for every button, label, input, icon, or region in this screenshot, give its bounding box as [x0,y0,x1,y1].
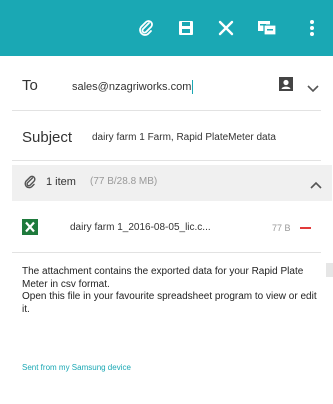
attach-icon[interactable] [132,14,160,42]
recipient-field[interactable]: sales@nzagriworks.com [72,80,194,94]
to-label: To [22,77,38,94]
attachment-file-size: 77 B [272,223,291,233]
subject-field[interactable]: dairy farm 1 Farm, Rapid PlateMeter data [92,132,276,143]
signature: Sent from my Samsung device [22,363,131,372]
attachment-count: 1 item [46,176,76,188]
subject-label: Subject [22,129,73,146]
chevron-down-icon[interactable] [306,80,320,98]
attachment-divider [12,252,321,253]
translate-icon[interactable] [253,14,281,42]
recipient-value: sales@nzagriworks.com [72,80,192,93]
excel-file-icon [22,219,38,240]
discard-icon[interactable] [212,14,240,42]
attachment-size: (77 B/28.8 MB) [90,176,158,187]
more-options-icon[interactable] [298,14,326,42]
message-body-text: The attachment contains the exported dat… [22,266,317,315]
edge-panel-handle[interactable] [326,263,333,277]
message-body[interactable]: The attachment contains the exported dat… [22,266,322,316]
contact-picker-icon[interactable] [278,76,294,97]
paperclip-icon [22,174,38,195]
minus-icon [299,227,311,229]
to-divider [12,110,321,111]
compose-toolbar [0,0,333,56]
attachment-file-name[interactable]: dairy farm 1_2016-08-05_lic.c... [70,222,211,233]
chevron-up-icon[interactable] [309,177,323,195]
attachments-header[interactable]: 1 item (77 B/28.8 MB) [12,165,332,201]
subject-divider [12,160,321,161]
save-draft-icon[interactable] [172,14,200,42]
remove-attachment-button[interactable] [296,221,314,235]
text-cursor [192,80,194,94]
